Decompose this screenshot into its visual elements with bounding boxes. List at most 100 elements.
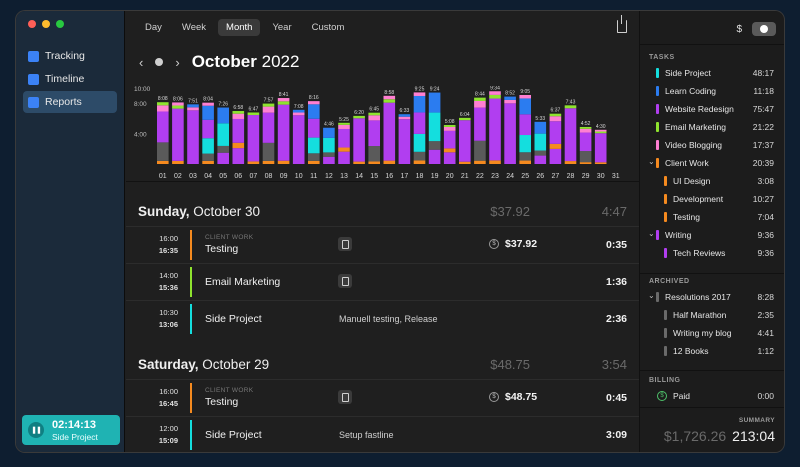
chart-bar-segment: [549, 143, 562, 149]
time-entry[interactable]: 14:00 15:36 Email Marketing 1:36: [126, 263, 639, 299]
chart-bar-segment: [428, 141, 441, 150]
bar-value-label: 5:33: [535, 116, 545, 122]
chart-bar-segment: [217, 145, 229, 153]
task-row[interactable]: UI Design 3:08: [640, 173, 784, 190]
bar-value-label: 4:46: [324, 122, 334, 128]
task-color-swatch: [664, 328, 667, 338]
entry-color-bar: [190, 267, 192, 297]
chart-bar-segment: [443, 130, 456, 149]
chart-bar-segment: [308, 137, 320, 154]
task-row[interactable]: ⌄ Resolutions 2017 8:28: [640, 289, 784, 306]
today-dot-icon[interactable]: [155, 58, 164, 66]
entry-duration: 0:45: [605, 392, 627, 404]
chart-bar-segment: [277, 98, 290, 102]
chart-bar-segment: [368, 146, 380, 162]
chart-bar-segment: [398, 114, 411, 117]
task-row[interactable]: Side Project 48:17: [640, 65, 784, 82]
bar-value-label: 6:45: [369, 107, 379, 113]
sidebar-item-timeline[interactable]: Timeline: [23, 68, 117, 90]
time-entry[interactable]: 10:30 13:06 Side Project Manuell testing,…: [126, 300, 639, 336]
tab-month[interactable]: Month: [218, 19, 261, 36]
task-row[interactable]: Video Blogging 17:37: [640, 137, 784, 154]
sidebar-item-tracking[interactable]: Tracking: [23, 45, 117, 67]
task-value: 20:39: [752, 158, 774, 168]
day-weekday: Sunday,: [138, 203, 190, 219]
note-icon[interactable]: [338, 274, 352, 288]
share-icon[interactable]: [617, 15, 627, 33]
chart-bar-segment: [262, 106, 275, 113]
chart-bar-segment: [202, 119, 214, 139]
task-row[interactable]: 12 Books 1:12: [640, 343, 784, 360]
task-row[interactable]: Development 10:27: [640, 191, 784, 208]
chart-bar-segment: [489, 91, 501, 95]
chart-bar-segment: [338, 128, 350, 148]
entry-color-bar: [190, 383, 192, 413]
x-tick-label: 17: [401, 173, 409, 180]
task-row[interactable]: Half Marathon 2:35: [640, 307, 784, 324]
chevron-right-icon[interactable]: ›: [175, 55, 179, 70]
tab-day[interactable]: Day: [137, 19, 170, 36]
chevron-down-icon[interactable]: ⌄: [648, 157, 655, 166]
task-row[interactable]: ⌄ Writing 9:36: [640, 227, 784, 244]
entry-name: Side Project: [205, 313, 262, 325]
chart-bar-segment: [187, 110, 199, 164]
task-value: 48:17: [752, 68, 774, 78]
tab-year[interactable]: Year: [264, 19, 299, 36]
chart-bar-segment: [247, 115, 260, 162]
chevron-down-icon[interactable]: ⌄: [648, 229, 655, 238]
note-icon[interactable]: [338, 390, 352, 404]
x-tick-label: 02: [174, 173, 182, 180]
chart-bar-segment: [579, 151, 592, 163]
time-entry[interactable]: 16:00 16:45 CLIENT WORK Testing $ $48.75 …: [126, 379, 639, 415]
entry-description: Setup fastline: [339, 430, 394, 440]
minimize-window-button[interactable]: [42, 20, 50, 28]
chart-bar-segment: [262, 142, 275, 161]
day-duration: 3:54: [601, 356, 627, 372]
zoom-window-button[interactable]: [56, 20, 64, 28]
chart-bar-segment: [157, 111, 169, 143]
bar-value-label: 8:06: [173, 96, 183, 102]
x-tick-label: 20: [446, 173, 454, 180]
bar-value-label: 9:25: [415, 86, 425, 92]
chart-bar-segment: [474, 107, 486, 141]
clock-toggle-icon[interactable]: [752, 22, 776, 36]
task-value: 8:28: [757, 292, 774, 302]
chart-bar-segment: [308, 104, 320, 119]
bar-value-label: 5:25: [339, 117, 349, 123]
task-row[interactable]: ⌄ Client Work 20:39: [640, 155, 784, 172]
bar-value-label: 8:58: [384, 90, 394, 96]
entry-amount: $48.75: [505, 391, 538, 403]
chart-bar-segment: [398, 116, 411, 120]
chart-bar-segment: [413, 92, 426, 96]
currency-toggle[interactable]: $: [736, 24, 742, 35]
chevron-left-icon[interactable]: ‹: [139, 55, 143, 70]
close-window-button[interactable]: [28, 20, 36, 28]
tab-custom[interactable]: Custom: [304, 19, 353, 36]
task-label: Learn Coding: [665, 86, 717, 96]
entry-duration: 1:36: [605, 276, 627, 288]
pause-icon[interactable]: ❚❚: [28, 422, 44, 438]
time-entry[interactable]: 12:00 15:09 Side Project Setup fastline 3…: [126, 416, 639, 452]
chart-bar-segment: [292, 109, 305, 113]
running-timer[interactable]: ❚❚ 02:14:13 Side Project: [22, 415, 120, 445]
time-entry[interactable]: 16:00 16:35 CLIENT WORK Testing $ $37.92 …: [126, 226, 639, 262]
task-row[interactable]: Website Redesign 75:47: [640, 101, 784, 118]
chevron-down-icon[interactable]: ⌄: [648, 291, 655, 300]
bar-value-label: 7:57: [264, 98, 274, 104]
tab-week[interactable]: Week: [174, 19, 214, 36]
chart-bar-segment: [292, 115, 305, 164]
task-row[interactable]: Writing my blog 4:41: [640, 325, 784, 342]
task-value: 2:35: [757, 310, 774, 320]
chart-bar-segment: [157, 105, 169, 112]
sidebar-item-reports[interactable]: Reports: [23, 91, 117, 113]
x-tick-label: 27: [552, 173, 560, 180]
task-row[interactable]: Learn Coding 11:18: [640, 83, 784, 100]
note-icon[interactable]: [338, 237, 352, 251]
chart-bar-segment: [308, 160, 320, 164]
billing-row[interactable]: $ Paid 0:00: [640, 388, 784, 405]
chart-bar-segment: [202, 153, 214, 161]
task-row[interactable]: Tech Reviews 9:36: [640, 245, 784, 262]
task-row[interactable]: Testing 7:04: [640, 209, 784, 226]
task-row[interactable]: Email Marketing 21:22: [640, 119, 784, 136]
chart-bar-segment: [338, 147, 350, 152]
